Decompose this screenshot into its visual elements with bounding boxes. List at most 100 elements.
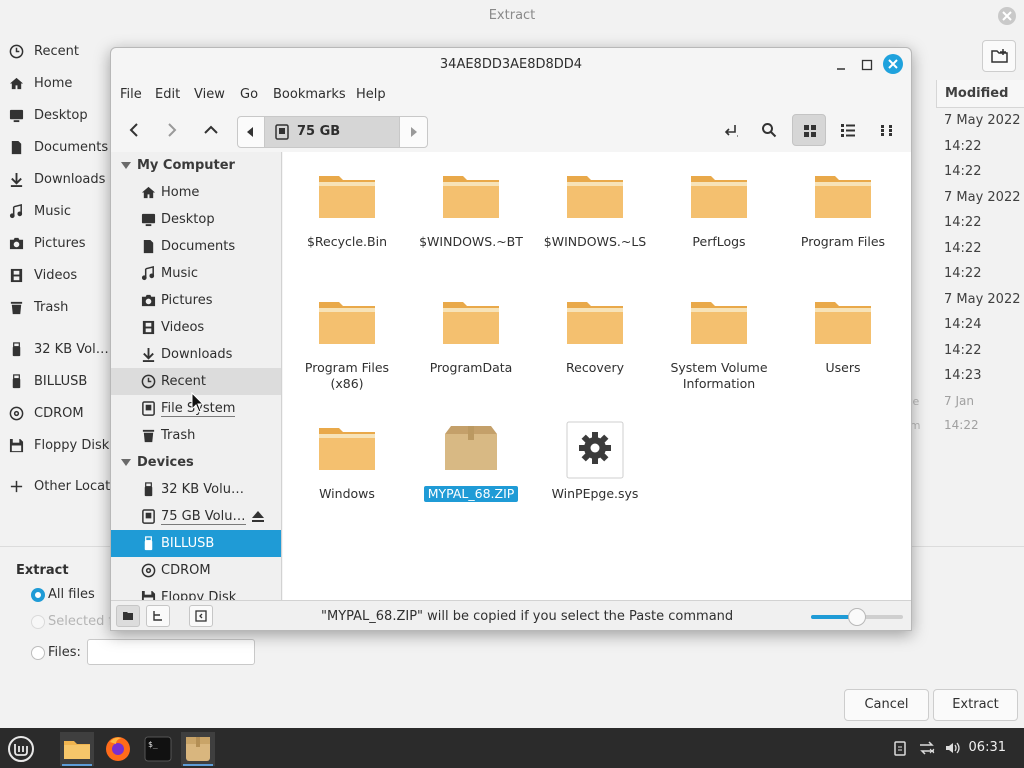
folder-program-files[interactable]: Program Files [781, 168, 905, 250]
sidebar-item-home[interactable]: Home [111, 179, 281, 206]
system-file-icon [565, 420, 625, 480]
forward-button[interactable] [157, 116, 187, 144]
sidebar-item-trash[interactable]: Trash [111, 422, 281, 449]
sidebar-item-downloads[interactable]: Downloads [111, 341, 281, 368]
mint-menu-icon [8, 736, 34, 762]
file-name: $WINDOWS.~LS [543, 234, 647, 249]
folder-icon [317, 294, 377, 354]
places-sidebar: My Computer Home Desktop Documents Music Pic… [111, 152, 282, 600]
new-folder-button[interactable] [982, 40, 1016, 72]
folder-system-volume-information[interactable]: System Volume Information [657, 294, 781, 392]
trash-icon [141, 428, 156, 443]
sidebar-item-music[interactable]: Music [111, 260, 281, 287]
list-view-button[interactable] [831, 114, 865, 146]
taskbar-clock[interactable]: 06:31 [969, 728, 1006, 768]
disc-icon [9, 406, 25, 422]
folder-windows-bt[interactable]: $WINDOWS.~BT [409, 168, 533, 250]
archive-manager-taskbar-button[interactable] [181, 732, 215, 766]
menu-view[interactable]: View [194, 87, 225, 102]
caret-right-icon [411, 127, 417, 137]
mint-menu-button[interactable] [4, 732, 38, 766]
sidebar-item-32-kb-volu[interactable]: 32 KB Volu… [111, 476, 281, 503]
folder-windows[interactable]: Windows [285, 420, 409, 502]
sidebar-item-billusb[interactable]: BILLUSB [111, 530, 281, 557]
hide-sidebar-button[interactable] [189, 605, 213, 627]
toggle-location-button[interactable] [714, 114, 748, 146]
sidebar-item-floppy-disk[interactable]: Floppy Disk [111, 584, 281, 600]
extract-close-button[interactable] [998, 7, 1016, 25]
zoom-slider-knob[interactable] [848, 608, 866, 626]
sidebar-item-documents[interactable]: Documents [111, 233, 281, 260]
path-crumb[interactable]: 75 GB Volume [264, 117, 400, 169]
folder-program-files-x86[interactable]: Program Files (x86) [285, 294, 409, 392]
icon-view-button[interactable] [792, 114, 826, 146]
clock-icon [141, 374, 156, 389]
firefox-taskbar-button[interactable] [101, 732, 135, 766]
file-name: Recovery [566, 360, 624, 375]
sidebar-item-75-gb-volu[interactable]: 75 GB Volu… [111, 503, 281, 530]
folder-windows-ls[interactable]: $WINDOWS.~LS [533, 168, 657, 250]
download-icon [9, 172, 25, 188]
folder-recovery[interactable]: Recovery [533, 294, 657, 376]
place-label: Floppy Disk [34, 438, 110, 453]
volume-tray-icon[interactable] [944, 740, 962, 756]
sidebar-item-videos[interactable]: Videos [111, 314, 281, 341]
sidebar-item-cdrom[interactable]: CDROM [111, 557, 281, 584]
menu-go[interactable]: Go [240, 87, 258, 102]
radio-files[interactable] [31, 646, 45, 660]
folder-programdata[interactable]: ProgramData [409, 294, 533, 376]
network-tray-icon[interactable] [918, 740, 936, 756]
column-header-modified[interactable]: Modified [936, 80, 1024, 108]
status-message: "MYPAL_68.ZIP" will be copied if you sel… [321, 609, 734, 624]
file-manager-window: 34AE8DD3AE8D8DD4 File Edit View Go Bookm… [110, 47, 912, 631]
folder-users[interactable]: Users [781, 294, 905, 376]
sidebar-item-label: Downloads [161, 347, 233, 362]
minimize-button[interactable] [833, 57, 849, 73]
show-treeview-button[interactable] [146, 605, 170, 627]
back-button[interactable] [119, 116, 149, 144]
home-icon [141, 185, 156, 200]
close-button[interactable] [883, 54, 903, 74]
terminal-taskbar-button[interactable]: $_ [141, 732, 175, 766]
film-icon [9, 268, 25, 284]
menu-bookmarks[interactable]: Bookmarks [273, 87, 346, 102]
menu-file[interactable]: File [120, 87, 142, 102]
section-devices[interactable]: Devices [111, 449, 281, 476]
up-button[interactable] [196, 116, 226, 144]
sidebar-item-pictures[interactable]: Pictures [111, 287, 281, 314]
path-scroll-right[interactable] [402, 117, 426, 147]
folder-recycle-bin[interactable]: $Recycle.Bin [285, 168, 409, 250]
compact-view-button[interactable] [870, 114, 904, 146]
folder-icon [689, 294, 749, 354]
minimize-icon [837, 68, 845, 70]
folder-perflogs[interactable]: PerfLogs [657, 168, 781, 250]
show-places-button[interactable] [116, 605, 140, 627]
eject-icon[interactable] [251, 509, 265, 523]
maximize-button[interactable] [859, 57, 875, 73]
file-icon-view[interactable]: $Recycle.Bin $WINDOWS.~BT $WINDOWS.~LS Perf… [283, 152, 911, 600]
section-my-computer[interactable]: My Computer [111, 152, 281, 179]
zoom-slider[interactable] [811, 608, 903, 626]
sidebar-item-recent[interactable]: Recent [111, 368, 281, 395]
folder-icon [813, 168, 873, 228]
section-label: My Computer [137, 158, 235, 173]
radio-all-files[interactable] [31, 588, 45, 602]
menu-edit[interactable]: Edit [155, 87, 180, 102]
search-button[interactable] [752, 114, 786, 146]
floppy-icon [9, 438, 25, 454]
sidebar-item-label: Videos [161, 320, 205, 335]
extract-button[interactable]: Extract [933, 689, 1018, 721]
path-scroll-left[interactable] [238, 117, 262, 147]
file-mypal-68-zip[interactable]: MYPAL_68.ZIP [409, 420, 533, 502]
files-pattern-input[interactable] [87, 639, 255, 665]
sidebar-item-label: Pictures [161, 293, 213, 308]
sidebar-item-desktop[interactable]: Desktop [111, 206, 281, 233]
folder-icon [317, 420, 377, 480]
place-label: BILLUSB [34, 374, 88, 389]
modified-cell: 14:22 [944, 164, 982, 179]
menu-help[interactable]: Help [356, 87, 386, 102]
file-winpepge-sys[interactable]: WinPEpge.sys [533, 420, 657, 502]
files-taskbar-button[interactable] [60, 732, 94, 766]
cancel-button[interactable]: Cancel [844, 689, 929, 721]
clipboard-tray-icon[interactable] [892, 740, 910, 756]
